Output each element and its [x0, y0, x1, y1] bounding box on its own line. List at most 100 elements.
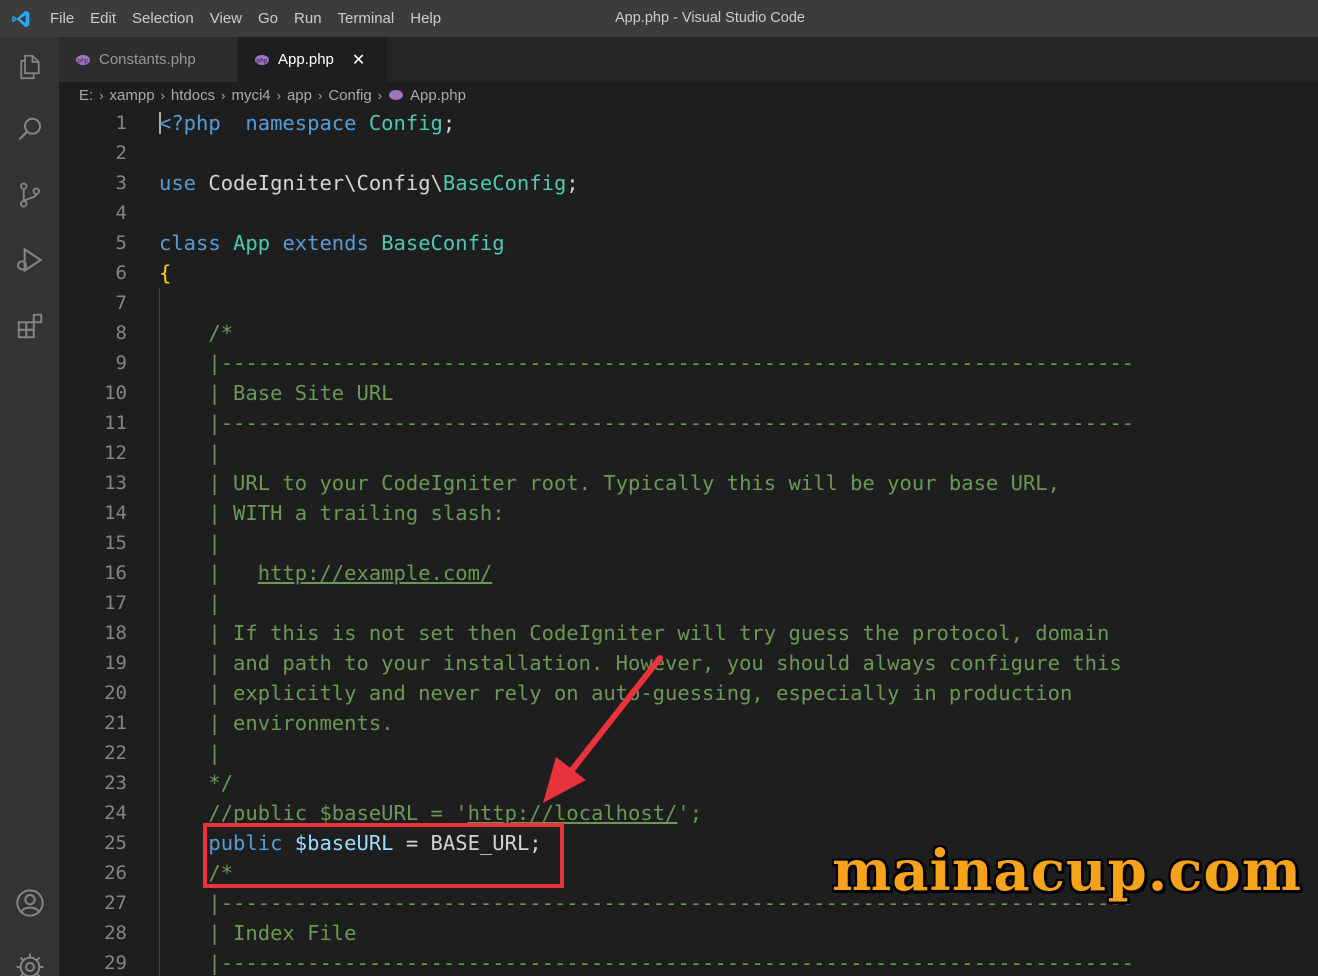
code-token: = BASE_URL; — [393, 831, 542, 855]
code-text: | Index File — [159, 918, 356, 948]
tab-constants-php[interactable]: php Constants.php — [59, 37, 238, 82]
menu-item-file[interactable]: File — [42, 0, 82, 37]
code-token: ; — [442, 111, 456, 135]
chevron-right-icon: › — [99, 87, 104, 103]
line-number: 9 — [115, 352, 127, 374]
activity-bar — [0, 37, 59, 976]
line-number: 6 — [115, 262, 127, 284]
extensions-icon[interactable] — [0, 296, 59, 356]
code-line: 29 |------------------------------------… — [59, 948, 1318, 976]
line-number: 5 — [115, 232, 127, 254]
menu-item-selection[interactable]: Selection — [124, 0, 202, 37]
explorer-icon[interactable] — [0, 37, 59, 97]
code-token: http://example.com/ — [257, 561, 493, 585]
code-text: |---------------------------------------… — [159, 948, 1134, 976]
menu-item-help[interactable]: Help — [402, 0, 449, 37]
code-text: */ — [159, 768, 233, 798]
settings-gear-icon[interactable] — [0, 937, 59, 976]
code-text: { — [159, 258, 171, 288]
breadcrumb-segment[interactable]: htdocs — [171, 87, 215, 104]
breadcrumb-segment[interactable]: app — [287, 87, 312, 104]
line-number: 13 — [104, 472, 127, 494]
code-token: |---------------------------------------… — [159, 351, 1135, 375]
code-line: 17 | — [59, 588, 1318, 618]
code-token: | If this is not set then CodeIgniter wi… — [159, 621, 1110, 645]
code-text: | explicitly and never rely on auto-gues… — [159, 678, 1072, 708]
tab-label: App.php — [278, 51, 334, 68]
line-number: 14 — [104, 502, 127, 524]
code-token: | Base Site URL — [159, 381, 394, 405]
line-number: 10 — [104, 382, 127, 404]
code-token: use — [159, 171, 197, 195]
tab-app-php[interactable]: php App.php ✕ — [238, 37, 388, 82]
line-number: 24 — [104, 802, 127, 824]
code-token: */ — [159, 771, 234, 795]
code-line: 13 | URL to your CodeIgniter root. Typic… — [59, 468, 1318, 498]
close-icon[interactable]: ✕ — [352, 50, 365, 70]
source-control-icon[interactable] — [0, 165, 59, 225]
code-text: | WITH a trailing slash: — [159, 498, 504, 528]
run-debug-icon[interactable] — [0, 230, 59, 290]
watermark: mainacup.com — [832, 838, 1302, 904]
code-text: | — [159, 528, 220, 558]
code-text: | — [159, 588, 221, 618]
code-token: BaseConfig — [381, 231, 505, 255]
code-token: | — [159, 591, 221, 615]
code-token: ; — [566, 171, 579, 195]
code-line: 10 | Base Site URL — [59, 378, 1318, 408]
code-token: public — [208, 831, 283, 855]
code-text: | — [159, 738, 220, 768]
code-line: 28 | Index File — [59, 918, 1318, 948]
code-text: <?php namespace Config; — [159, 108, 455, 138]
chevron-right-icon: › — [377, 87, 383, 103]
code-text: public $baseURL = BASE_URL; — [159, 828, 542, 858]
code-line: 8 /* — [59, 318, 1318, 348]
code-token: class — [159, 231, 221, 255]
code-text: |---------------------------------------… — [159, 408, 1134, 438]
breadcrumb-segment[interactable]: Config — [328, 87, 371, 104]
line-number: 28 — [104, 922, 127, 944]
code-line: 14 | WITH a trailing slash: — [59, 498, 1318, 528]
menu-item-run[interactable]: Run — [286, 0, 330, 37]
breadcrumb-file[interactable]: App.php — [388, 87, 466, 104]
code-line: 22 | — [59, 738, 1318, 768]
breadcrumb-segment[interactable]: myci4 — [231, 87, 270, 104]
menu-item-terminal[interactable]: Terminal — [330, 0, 403, 37]
code-token: extends — [282, 231, 369, 255]
code-token: | explicitly and never rely on auto-gues… — [159, 681, 1073, 705]
line-number: 27 — [104, 892, 127, 914]
code-line: 5 class App extends BaseConfig — [59, 228, 1318, 258]
code-text: | URL to your CodeIgniter root. Typicall… — [159, 468, 1060, 498]
code-line: 23 */ — [59, 768, 1318, 798]
code-token: | — [159, 441, 221, 465]
line-number: 19 — [104, 652, 127, 674]
code-line: 2 — [59, 138, 1318, 168]
svg-text:php: php — [77, 57, 89, 64]
code-token: BaseConfig — [442, 171, 567, 195]
code-line: 15 | — [59, 528, 1318, 558]
code-text: /* — [159, 858, 233, 888]
line-number: 3 — [115, 172, 127, 194]
accounts-icon[interactable] — [0, 873, 59, 933]
code-token: Config — [368, 111, 443, 135]
menu-item-go[interactable]: Go — [250, 0, 286, 37]
code-token: /* — [159, 861, 234, 885]
line-number: 7 — [115, 292, 127, 314]
breadcrumb-segment[interactable]: xampp — [110, 87, 155, 104]
line-number: 8 — [115, 322, 127, 344]
code-line: 1 <?php namespace Config; — [59, 108, 1318, 138]
menu-item-edit[interactable]: Edit — [82, 0, 124, 37]
code-text: |---------------------------------------… — [159, 348, 1134, 378]
code-token: App — [233, 231, 271, 255]
breadcrumb-segment[interactable]: E: — [79, 87, 93, 104]
line-number: 29 — [104, 952, 127, 974]
menu-item-view[interactable]: View — [202, 0, 250, 37]
line-number: 22 — [104, 742, 127, 764]
code-token: http://localhost/ — [467, 801, 678, 825]
code-token: |---------------------------------------… — [159, 411, 1135, 435]
search-icon[interactable] — [0, 100, 59, 160]
